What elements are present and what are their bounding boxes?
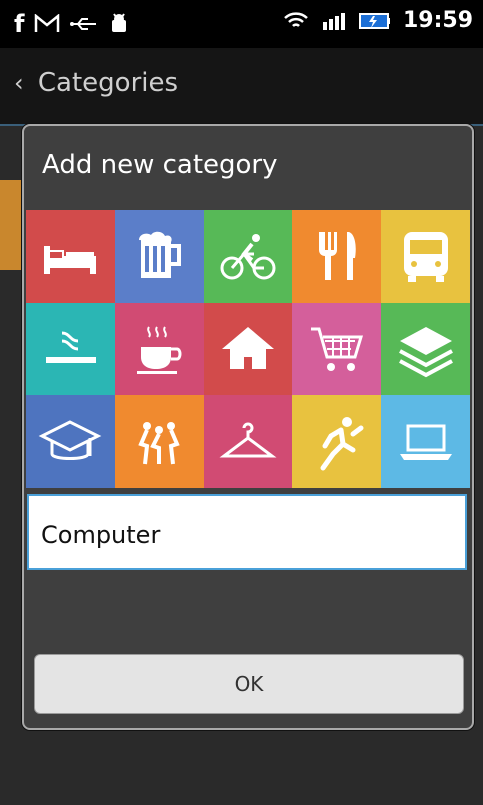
- add-category-dialog: Add new category Computer OK: [22, 124, 474, 730]
- party-icon: [138, 421, 180, 464]
- graduation-cap-icon: [39, 419, 102, 460]
- layers-icon: [398, 326, 453, 378]
- gmail-icon: [35, 14, 60, 32]
- tile-bus[interactable]: [381, 210, 470, 303]
- ok-button-label: OK: [234, 672, 264, 696]
- running-icon: [320, 416, 364, 471]
- cigarette-icon: [46, 331, 97, 363]
- tile-party[interactable]: [114, 395, 204, 488]
- shopping-cart-icon: [310, 327, 363, 371]
- tile-home[interactable]: [203, 302, 293, 396]
- category-name-input[interactable]: [39, 514, 443, 556]
- tile-clothing[interactable]: [203, 395, 293, 488]
- tile-food[interactable]: [292, 210, 382, 303]
- coffee-cup-icon: [137, 326, 182, 374]
- tile-beer[interactable]: [114, 210, 204, 303]
- bed-icon: [44, 246, 97, 275]
- facebook-icon: f: [14, 10, 25, 38]
- tile-bicycle[interactable]: [203, 210, 293, 303]
- home-icon: [221, 326, 274, 369]
- category-name-field[interactable]: [27, 494, 467, 570]
- action-bar-title: Categories: [37, 68, 179, 98]
- tile-education[interactable]: [26, 395, 115, 488]
- action-bar: ‹ Categories: [0, 48, 483, 126]
- fork-knife-icon: [318, 232, 356, 281]
- beer-mug-icon: [139, 232, 182, 279]
- category-icon-grid: [26, 210, 470, 488]
- background-accent-strip: [0, 180, 22, 270]
- status-time: 19:59: [402, 8, 473, 33]
- status-right: 19:59: [283, 8, 473, 33]
- chevron-left-icon: ‹: [14, 69, 24, 97]
- signal-icon: [322, 12, 345, 30]
- tile-smoking[interactable]: [26, 302, 115, 396]
- hanger-icon: [219, 422, 277, 458]
- bus-icon: [403, 232, 448, 283]
- action-bar-title-wrap[interactable]: ‹ Categories: [14, 68, 178, 98]
- tile-coffee[interactable]: [114, 302, 204, 396]
- android-debug-icon: [112, 13, 127, 32]
- battery-icon: [358, 12, 390, 29]
- tile-sport[interactable]: [292, 395, 382, 488]
- status-bar: f 19:59: [0, 0, 483, 48]
- dialog-title: Add new category: [42, 150, 278, 180]
- usb-icon: [70, 18, 97, 30]
- tile-shopping[interactable]: [292, 302, 382, 396]
- bicycle-icon: [220, 234, 276, 280]
- tile-computer[interactable]: [381, 395, 470, 488]
- ok-button[interactable]: OK: [34, 654, 464, 714]
- tile-bed[interactable]: [26, 210, 115, 303]
- tile-layers[interactable]: [381, 302, 470, 396]
- status-left: f: [14, 8, 130, 40]
- laptop-icon: [399, 424, 452, 460]
- wifi-icon: [284, 11, 308, 27]
